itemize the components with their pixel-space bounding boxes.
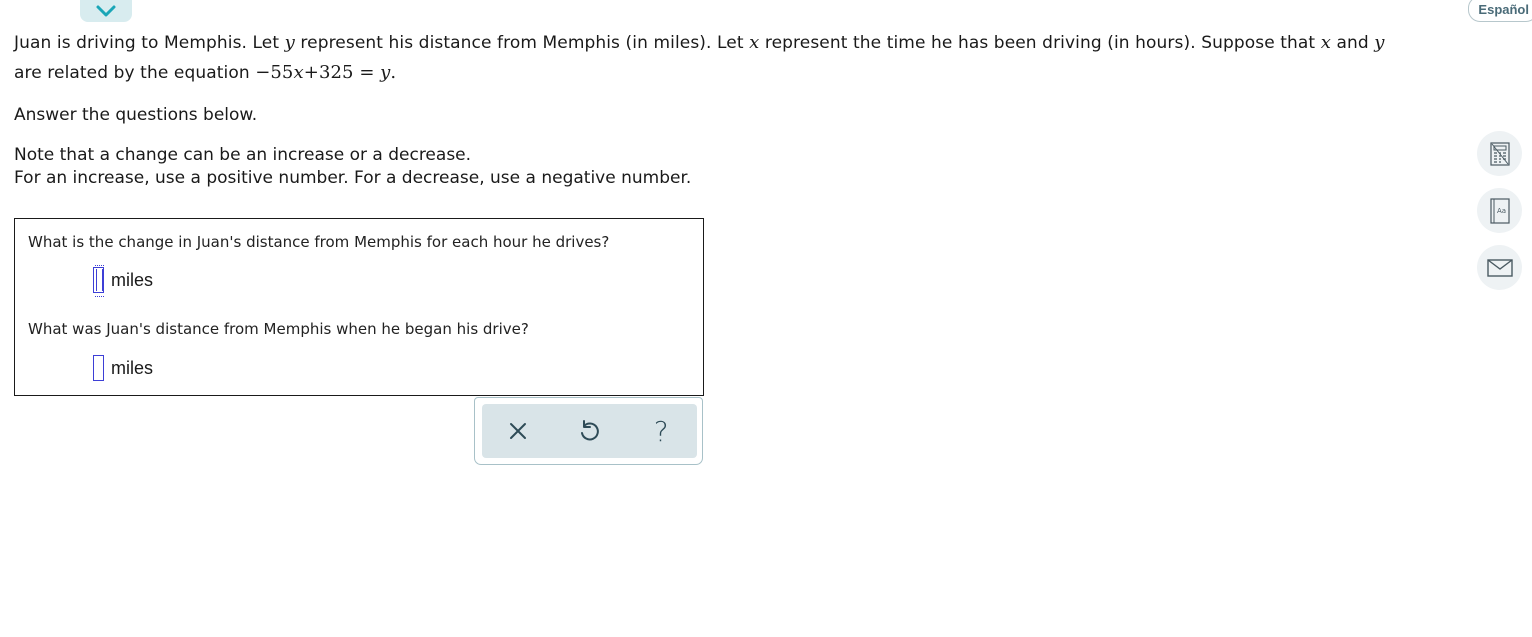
- variable-x: x: [749, 32, 760, 53]
- problem-text: are related by the equation: [14, 63, 256, 83]
- equation-coefficient: −55: [255, 62, 294, 83]
- variable-x: x: [1320, 32, 1331, 53]
- calculator-icon: [1489, 141, 1510, 166]
- language-button[interactable]: Español: [1468, 0, 1532, 22]
- message-button[interactable]: [1477, 245, 1522, 290]
- undo-icon: [581, 420, 600, 441]
- collapse-toggle-button[interactable]: [80, 0, 132, 22]
- unit-label: miles: [111, 269, 154, 290]
- toolbar-inner: ?: [482, 404, 697, 458]
- problem-text: represent the time he has been driving (…: [759, 33, 1321, 53]
- variable-y: y: [284, 32, 295, 53]
- dictionary-button[interactable]: Aa: [1477, 188, 1522, 233]
- unit-label: miles: [111, 357, 154, 378]
- clear-button[interactable]: [498, 411, 538, 451]
- problem-line-2: are related by the equation −55x+325 = y…: [14, 58, 1454, 88]
- problem-line-1: Juan is driving to Memphis. Let y repres…: [14, 28, 1454, 58]
- dictionary-icon: Aa: [1489, 197, 1510, 224]
- variable-y: y: [1374, 32, 1385, 53]
- help-button[interactable]: ?: [641, 411, 681, 451]
- svg-text:Aa: Aa: [1497, 207, 1506, 215]
- problem-text: Juan is driving to Memphis. Let: [14, 33, 285, 53]
- undo-button[interactable]: [569, 411, 609, 451]
- calculator-button[interactable]: [1477, 131, 1522, 176]
- note-line-1: Note that a change can be an increase or…: [14, 145, 472, 165]
- answer-row-1: miles: [93, 265, 154, 297]
- close-icon: [509, 423, 526, 439]
- note-line-2: For an increase, use a positive number. …: [14, 168, 692, 188]
- mail-icon: [1486, 258, 1513, 277]
- answer-input-2[interactable]: [93, 355, 104, 381]
- problem-statement: Juan is driving to Memphis. Let y repres…: [14, 28, 1454, 88]
- answer-input-1[interactable]: [93, 265, 104, 297]
- equation-variable-y: y: [380, 62, 391, 83]
- help-icon: ?: [653, 414, 669, 448]
- answer-row-2: miles: [93, 355, 153, 381]
- question-2-text: What was Juan's distance from Memphis wh…: [28, 320, 529, 338]
- answer-instruction: Answer the questions below.: [14, 105, 258, 125]
- equation-period: .: [390, 62, 397, 83]
- question-box: What is the change in Juan's distance fr…: [14, 218, 704, 396]
- problem-text: and: [1330, 33, 1375, 53]
- equation-constant: +325 =: [303, 62, 375, 83]
- problem-text: represent his distance from Memphis (in …: [294, 33, 750, 53]
- answer-toolbar: ?: [474, 397, 703, 465]
- question-1-text: What is the change in Juan's distance fr…: [28, 233, 610, 251]
- chevron-down-icon: [96, 5, 116, 17]
- equation-variable-x: x: [293, 62, 304, 83]
